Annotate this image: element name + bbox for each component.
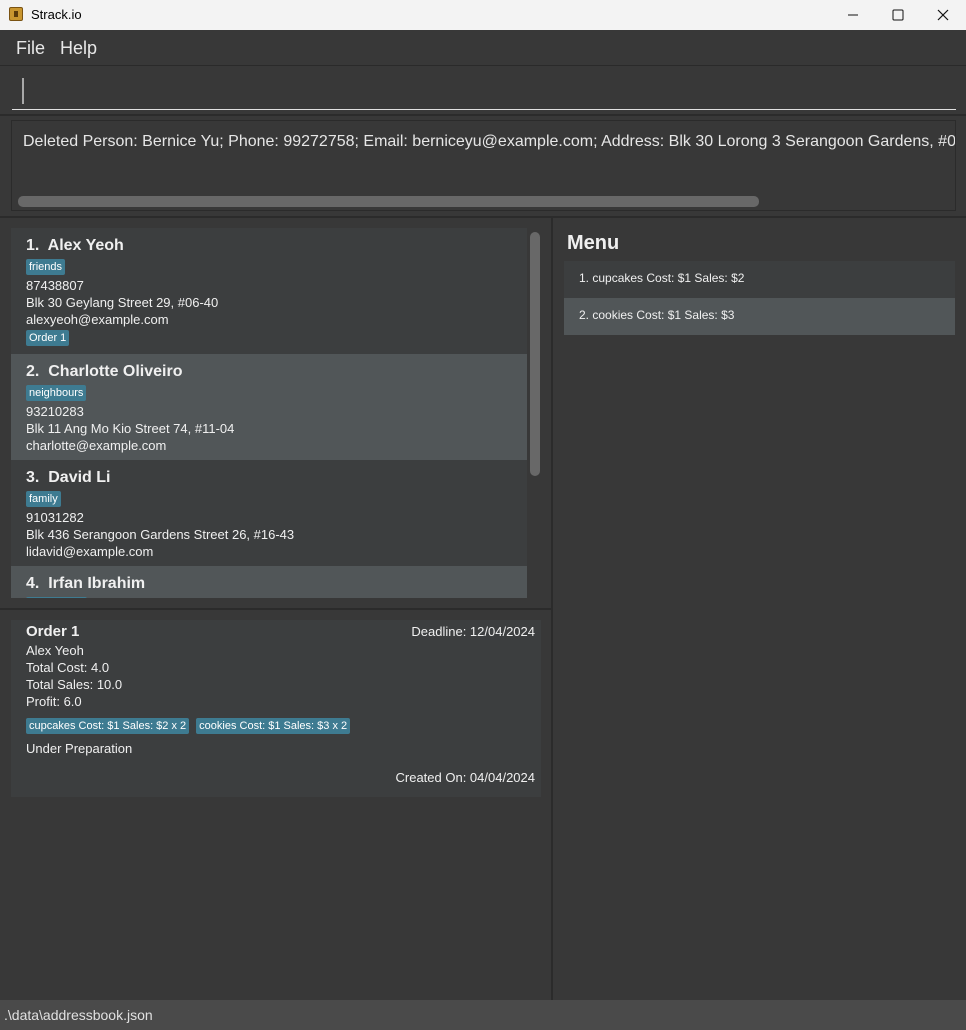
- title-bar: Strack.io: [0, 0, 966, 30]
- close-button[interactable]: [920, 0, 966, 30]
- save-location: .\data\addressbook.json: [4, 1007, 153, 1023]
- maximize-button[interactable]: [875, 0, 921, 30]
- divider: [0, 608, 551, 610]
- order-profit: Profit: 6.0: [26, 694, 82, 709]
- person-tag: friends: [26, 259, 66, 275]
- menu-list: 1. cupcakes Cost: $1 Sales: $2 2. cookie…: [564, 261, 955, 335]
- person-list-scrollbar[interactable]: [530, 232, 540, 476]
- text-caret: [22, 78, 24, 104]
- person-name: Charlotte Oliveiro: [48, 363, 183, 380]
- menu-list-item[interactable]: 2. cookies Cost: $1 Sales: $3: [564, 298, 955, 335]
- menu-file[interactable]: File: [16, 38, 45, 59]
- person-name: David Li: [48, 469, 111, 486]
- minimize-button[interactable]: [830, 0, 876, 30]
- command-box: [0, 66, 966, 116]
- person-order-tag: Order 1: [26, 330, 70, 346]
- person-email: lidavid@example.com: [26, 544, 154, 559]
- menu-title: Menu: [567, 232, 620, 254]
- person-phone: 91031282: [26, 510, 84, 525]
- left-pane: 1. Alex Yeoh friends 87438807 Blk 30 Gey…: [0, 218, 553, 1000]
- result-text: Deleted Person: Bernice Yu; Phone: 99272…: [23, 133, 956, 150]
- person-card[interactable]: 2. Charlotte Oliveiro neighbours 9321028…: [11, 354, 527, 460]
- person-card[interactable]: 1. Alex Yeoh friends 87438807 Blk 30 Gey…: [11, 228, 527, 354]
- menu-pane: Menu 1. cupcakes Cost: $1 Sales: $2 2. c…: [555, 218, 966, 1000]
- person-index: 2.: [26, 363, 40, 380]
- order-created-on: Created On: 04/04/2024: [395, 770, 536, 785]
- order-status: Under Preparation: [26, 741, 133, 756]
- person-index: 1.: [26, 237, 40, 254]
- command-input[interactable]: [12, 74, 956, 110]
- person-email: alexyeoh@example.com: [26, 312, 169, 327]
- result-display: Deleted Person: Bernice Yu; Phone: 99272…: [11, 120, 956, 211]
- order-item-tag: cookies Cost: $1 Sales: $3 x 2: [196, 718, 351, 734]
- maximize-icon: [892, 9, 904, 21]
- menu-bar: File Help: [0, 30, 966, 66]
- menu-help[interactable]: Help: [60, 38, 97, 59]
- person-name: Irfan Ibrahim: [48, 575, 146, 592]
- person-index: 3.: [26, 469, 40, 486]
- order-total-cost: Total Cost: 4.0: [26, 660, 110, 675]
- window-title: Strack.io: [31, 7, 82, 22]
- app-icon: [9, 7, 23, 21]
- person-phone: 93210283: [26, 404, 84, 419]
- close-icon: [937, 9, 949, 21]
- person-tag: family: [26, 491, 61, 507]
- order-total-sales: Total Sales: 10.0: [26, 677, 123, 692]
- person-phone: 87438807: [26, 278, 84, 293]
- status-bar: .\data\addressbook.json: [0, 1000, 966, 1030]
- person-list: 1. Alex Yeoh friends 87438807 Blk 30 Gey…: [11, 228, 527, 598]
- order-card[interactable]: Order 1 Deadline: 12/04/2024 Alex Yeoh T…: [11, 620, 541, 797]
- order-item-tag: cupcakes Cost: $1 Sales: $2 x 2: [26, 718, 190, 734]
- person-card[interactable]: 3. David Li family 91031282 Blk 436 Sera…: [11, 460, 527, 566]
- result-horizontal-scrollbar[interactable]: [18, 196, 759, 207]
- person-index: 4.: [26, 575, 40, 592]
- person-address: Blk 11 Ang Mo Kio Street 74, #11-04: [26, 421, 235, 436]
- order-deadline: Deadline: 12/04/2024: [411, 624, 535, 639]
- order-items: cupcakes Cost: $1 Sales: $2 x 2 cookies …: [26, 716, 351, 736]
- order-title: Order 1: [26, 623, 80, 640]
- minimize-icon: [848, 14, 858, 16]
- person-address: Blk 436 Serangoon Gardens Street 26, #16…: [26, 527, 295, 542]
- person-name: Alex Yeoh: [47, 237, 124, 254]
- person-tag: classmates: [26, 597, 88, 598]
- person-tag: neighbours: [26, 385, 87, 401]
- order-customer: Alex Yeoh: [26, 643, 84, 658]
- person-card[interactable]: 4. Irfan Ibrahim classmates: [11, 566, 527, 598]
- person-address: Blk 30 Geylang Street 29, #06-40: [26, 295, 219, 310]
- person-email: charlotte@example.com: [26, 438, 167, 453]
- menu-list-item[interactable]: 1. cupcakes Cost: $1 Sales: $2: [564, 261, 955, 298]
